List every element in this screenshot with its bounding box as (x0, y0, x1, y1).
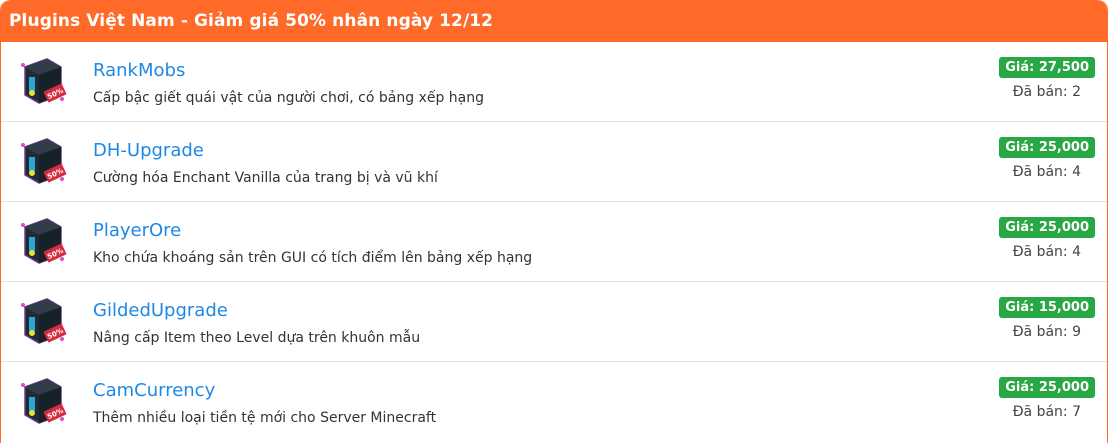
plugin-box-icon[interactable]: 50% (17, 135, 67, 185)
plugin-box-icon[interactable]: 50% (17, 215, 67, 265)
price-badge: Giá: 25,000 (999, 137, 1095, 158)
list-item: 50% GildedUpgrade Nâng cấp Item theo Lev… (1, 282, 1107, 362)
list-item: 50% RankMobs Cấp bậc giết quái vật của n… (1, 42, 1107, 122)
price-badge: Giá: 25,000 (999, 217, 1095, 238)
plugin-name-link[interactable]: PlayerOre (93, 220, 181, 241)
plugin-list: 50% RankMobs Cấp bậc giết quái vật của n… (1, 42, 1107, 442)
panel-header: Plugins Việt Nam - Giảm giá 50% nhân ngà… (1, 0, 1107, 42)
price-badge: Giá: 15,000 (999, 297, 1095, 318)
price-badge: Giá: 25,000 (999, 377, 1095, 398)
plugin-name-link[interactable]: CamCurrency (93, 380, 215, 401)
plugin-name-link[interactable]: GildedUpgrade (93, 300, 228, 321)
plugin-description: Kho chứa khoáng sản trên GUI có tích điể… (93, 250, 533, 266)
plugin-description: Nâng cấp Item theo Level dựa trên khuôn … (93, 330, 421, 346)
list-item: 50% DH-Upgrade Cường hóa Enchant Vanilla… (1, 122, 1107, 202)
panel-title: Plugins Việt Nam - Giảm giá 50% nhân ngà… (9, 11, 494, 31)
plugin-name-link[interactable]: RankMobs (93, 60, 185, 81)
price-badge: Giá: 27,500 (999, 57, 1095, 78)
plugin-description: Cường hóa Enchant Vanilla của trang bị v… (93, 170, 438, 186)
sold-count: Đã bán: 7 (1012, 404, 1081, 420)
plugin-description: Cấp bậc giết quái vật của người chơi, có… (93, 90, 485, 106)
sold-count: Đã bán: 4 (1012, 244, 1081, 260)
plugins-panel: Plugins Việt Nam - Giảm giá 50% nhân ngà… (0, 0, 1108, 443)
sold-count: Đã bán: 9 (1012, 324, 1081, 340)
sold-count: Đã bán: 4 (1012, 164, 1081, 180)
list-item: 50% PlayerOre Kho chứa khoáng sản trên G… (1, 202, 1107, 282)
plugin-box-icon[interactable]: 50% (17, 55, 67, 105)
plugin-description: Thêm nhiều loại tiền tệ mới cho Server M… (93, 410, 437, 426)
plugin-name-link[interactable]: DH-Upgrade (93, 140, 204, 161)
sold-count: Đã bán: 2 (1012, 84, 1081, 100)
plugin-box-icon[interactable]: 50% (17, 375, 67, 425)
list-item: 50% CamCurrency Thêm nhiều loại tiền tệ … (1, 362, 1107, 442)
plugin-box-icon[interactable]: 50% (17, 295, 67, 345)
